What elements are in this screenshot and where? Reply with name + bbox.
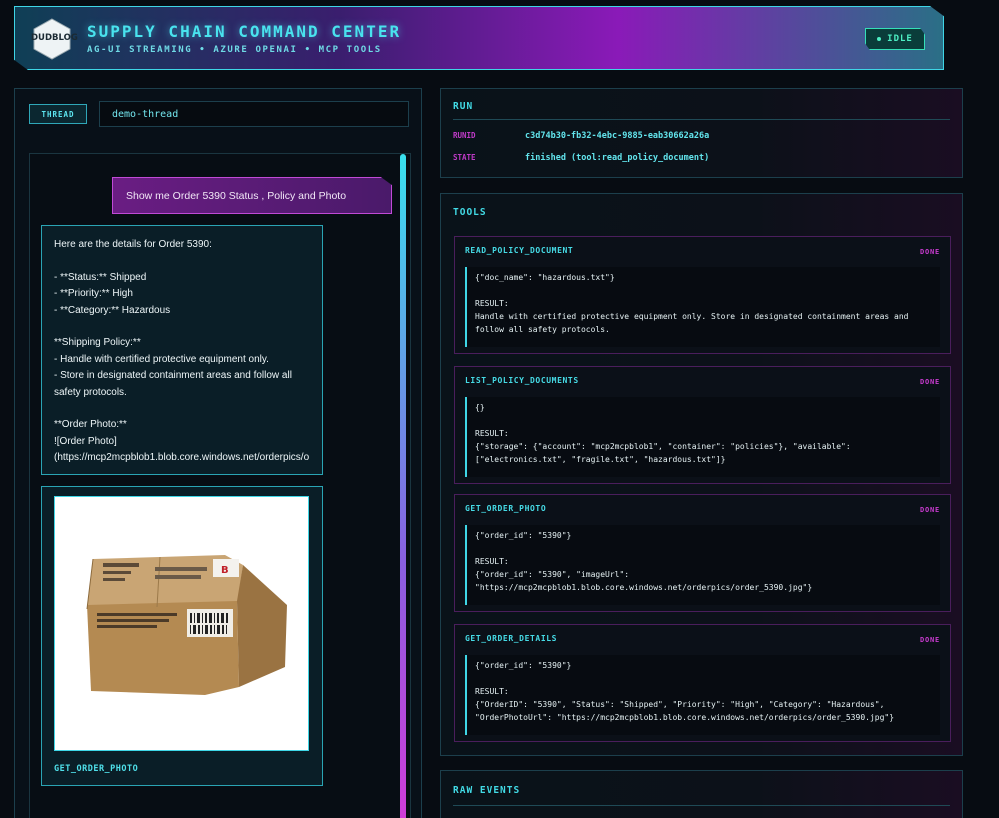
- tool-card[interactable]: GET_ORDER_DETAILS DONE {"order_id": "539…: [454, 624, 951, 742]
- tool-status-badge: DONE: [919, 248, 940, 256]
- order-photo-card: B GET_ORDER_PHOTO: [41, 486, 323, 786]
- assistant-message-bubble: Here are the details for Order 5390: - *…: [41, 225, 323, 475]
- thread-input[interactable]: [99, 101, 409, 127]
- raw-events-divider: [453, 805, 950, 806]
- state-value: finished (tool:read_policy_document): [525, 153, 710, 163]
- tool-output: {"order_id": "5390"} RESULT: {"order_id"…: [465, 525, 940, 605]
- tool-output: {"order_id": "5390"} RESULT: {"OrderID":…: [465, 655, 940, 735]
- thread-label: THREAD: [29, 104, 87, 124]
- chat-panel: THREAD Show me Order 5390 Status , Polic…: [14, 88, 422, 818]
- runid-label: RUNID: [453, 131, 476, 140]
- chat-scroll-area[interactable]: Show me Order 5390 Status , Policy and P…: [29, 153, 411, 818]
- app-subtitle: AG-UI STREAMING • AZURE OPENAI • MCP TOO…: [87, 45, 382, 55]
- app-title: SUPPLY CHAIN COMMAND CENTER: [87, 22, 402, 41]
- svg-text:B: B: [221, 565, 229, 576]
- run-panel: RUN RUNID c3d74b30-fb32-4ebc-9885-eab306…: [440, 88, 963, 178]
- tool-status-badge: DONE: [919, 636, 940, 644]
- status-badge-label: IDLE: [887, 34, 913, 44]
- tools-panel-title: TOOLS: [453, 207, 487, 218]
- tool-status-badge: DONE: [919, 506, 940, 514]
- chat-scrollbar[interactable]: [400, 154, 406, 818]
- tools-panel: TOOLS READ_POLICY_DOCUMENT DONE {"doc_na…: [440, 193, 963, 756]
- order-photo[interactable]: B: [54, 496, 309, 751]
- runid-value: c3d74b30-fb32-4ebc-9885-eab30662a26a: [525, 131, 710, 141]
- tool-name: GET_ORDER_PHOTO: [465, 504, 547, 513]
- logo-text: DUDBLOG: [31, 33, 78, 43]
- tool-card[interactable]: LIST_POLICY_DOCUMENTS DONE {} RESULT: {"…: [454, 366, 951, 484]
- run-divider: [453, 119, 950, 120]
- raw-events-title: RAW EVENTS: [453, 785, 521, 796]
- tool-name: READ_POLICY_DOCUMENT: [465, 246, 574, 255]
- run-panel-title: RUN: [453, 101, 474, 112]
- tool-output: {} RESULT: {"storage": {"account": "mcp2…: [465, 397, 940, 477]
- state-label: STATE: [453, 153, 476, 162]
- user-message-text: Show me Order 5390 Status , Policy and P…: [126, 189, 347, 202]
- app-header: DUDBLOG SUPPLY CHAIN COMMAND CENTER AG-U…: [14, 6, 944, 70]
- tool-output: {"doc_name": "hazardous.txt"} RESULT: Ha…: [465, 267, 940, 347]
- app-logo: DUDBLOG: [31, 18, 78, 60]
- tool-name: LIST_POLICY_DOCUMENTS: [465, 376, 579, 385]
- photo-caption: GET_ORDER_PHOTO: [54, 764, 139, 774]
- tool-card[interactable]: READ_POLICY_DOCUMENT DONE {"doc_name": "…: [454, 236, 951, 354]
- raw-events-panel: RAW EVENTS: [440, 770, 963, 818]
- cardboard-box-image: B: [86, 555, 287, 695]
- tool-name: GET_ORDER_DETAILS: [465, 634, 558, 643]
- tool-status-badge: DONE: [919, 378, 940, 386]
- status-dot-icon: [877, 37, 882, 41]
- tool-card[interactable]: GET_ORDER_PHOTO DONE {"order_id": "5390"…: [454, 494, 951, 612]
- user-message-bubble: Show me Order 5390 Status , Policy and P…: [112, 177, 392, 214]
- thread-row: THREAD: [29, 101, 409, 129]
- status-badge: IDLE: [865, 28, 925, 50]
